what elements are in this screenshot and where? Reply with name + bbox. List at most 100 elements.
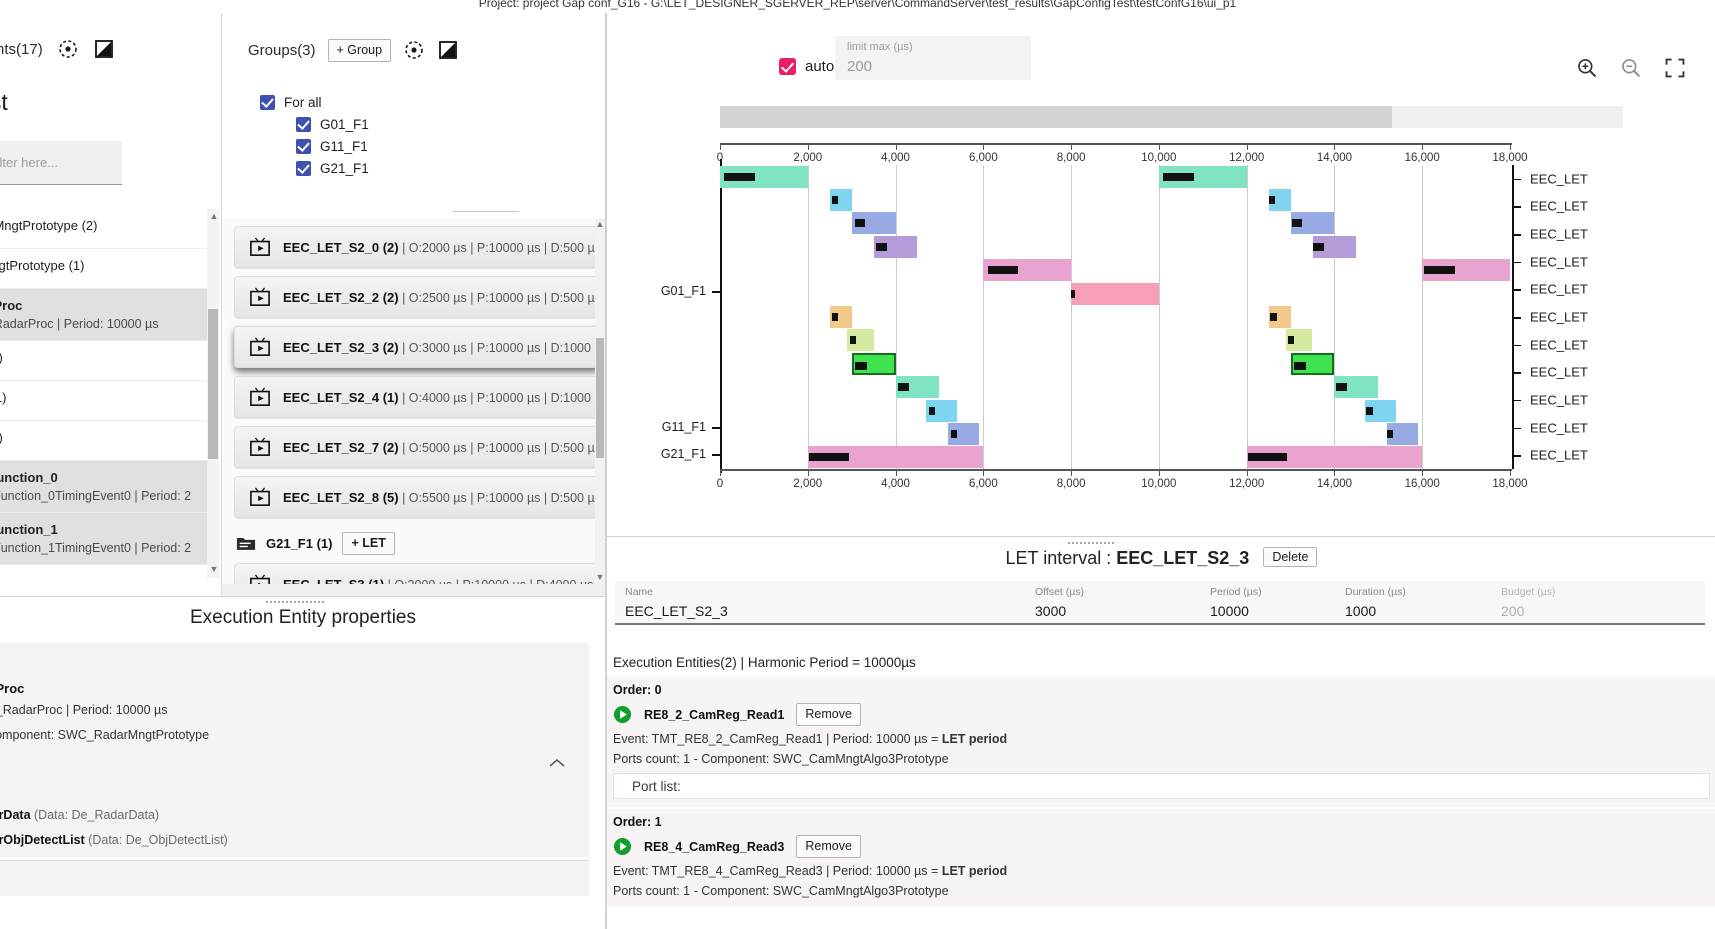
detail-field[interactable]: Budget (µs) 200: [1501, 586, 1556, 619]
chart-bar[interactable]: [1387, 422, 1418, 445]
let-item-meta: | O:3000 µs | P:10000 µs | D:1000 µs: [398, 340, 606, 355]
chart-bar[interactable]: [1290, 352, 1335, 375]
contrast-icon[interactable]: [93, 38, 115, 60]
scroll-down-arrow[interactable]: ▼: [595, 572, 605, 582]
tree-row[interactable]: CamMngtPrototype (2): [0, 209, 208, 249]
contrast-icon[interactable]: [437, 39, 459, 61]
tree-row[interactable]: npl (1): [0, 341, 208, 381]
detail-field[interactable]: Duration (µs) 1000: [1345, 586, 1406, 619]
scroll-thumb[interactable]: [208, 309, 218, 459]
let-list-item[interactable]: EEC_LET_S2_7 (2) | O:5000 µs | P:10000 µ…: [234, 426, 601, 468]
chart-horizontal-scroll-thumb[interactable]: [720, 106, 1392, 128]
filter-input[interactable]: w filter here...: [0, 141, 122, 185]
auto-checkbox[interactable]: [779, 58, 796, 75]
focus-icon[interactable]: [57, 38, 79, 60]
chart-bar[interactable]: [1071, 282, 1159, 305]
x-axis-tick-label: 10,000: [1141, 478, 1177, 490]
add-group-button[interactable]: + Group: [327, 38, 392, 62]
detail-field[interactable]: Period (µs) 10000: [1210, 586, 1262, 619]
chart-bar[interactable]: [851, 212, 896, 235]
detail-field-value[interactable]: 200: [1501, 603, 1556, 619]
let-list-item[interactable]: EEC_LET_S2_3 (2) | O:3000 µs | P:10000 µ…: [234, 326, 605, 368]
checkbox[interactable]: [296, 138, 311, 154]
chart-bar[interactable]: [1312, 235, 1357, 258]
entity-tree-list[interactable]: CamMngtPrototype (2) larMngtPrototype (1)…: [0, 209, 208, 596]
chart-bar[interactable]: [873, 235, 918, 258]
scroll-up-arrow[interactable]: ▲: [595, 219, 605, 229]
panel-resize-grip[interactable]: [265, 600, 325, 605]
left-list-vertical-scrollbar[interactable]: [207, 209, 219, 578]
groups-divider: [453, 211, 519, 212]
checkbox[interactable]: [296, 116, 311, 132]
group-checkbox-row[interactable]: For all: [260, 91, 605, 113]
zoom-out-icon[interactable]: [1620, 57, 1642, 79]
remove-button[interactable]: Remove: [796, 835, 861, 858]
chart-bar[interactable]: [829, 306, 852, 328]
chart-bar[interactable]: [1334, 376, 1379, 399]
chart-bar[interactable]: [1286, 329, 1313, 352]
chart-bars-area[interactable]: G01_F1 G11_F1 G21_F1: [661, 159, 1510, 473]
tree-row[interactable]: larMngtPrototype (1): [0, 249, 208, 289]
groups-checkbox-tree[interactable]: For all G01_F1 G11_F1 G21_F1: [222, 91, 605, 211]
group-checkbox-row[interactable]: G01_F1: [260, 113, 605, 135]
execution-entity-row: RE8_4_CamReg_Read3 Remove: [607, 835, 1715, 858]
let-item-meta: | O:5500 µs | P:10000 µs | D:500 µs: [398, 490, 601, 505]
let-list-horizontal-scrollbar[interactable]: [222, 584, 605, 596]
tree-row[interactable]: mpl (1): [0, 381, 208, 421]
fullscreen-icon[interactable]: [1664, 57, 1686, 79]
chart-bar[interactable]: [1365, 399, 1396, 422]
scroll-up-arrow[interactable]: ▲: [209, 211, 219, 221]
chart-bar[interactable]: [1268, 306, 1291, 328]
checkbox[interactable]: [296, 160, 311, 176]
chart-bar[interactable]: [926, 399, 957, 422]
chart-bar[interactable]: [895, 376, 940, 399]
auto-limit-toggle[interactable]: auto: [779, 58, 834, 75]
chart-bar[interactable]: [829, 189, 852, 212]
detail-field-value[interactable]: 3000: [1035, 603, 1084, 619]
chart-bar[interactable]: [847, 329, 874, 352]
zoom-in-icon[interactable]: [1576, 57, 1598, 79]
tree-row[interactable]: lainFunction_0 MainFunction_0TimingEvent0…: [0, 461, 208, 513]
chart-bar[interactable]: [807, 446, 984, 469]
detail-title: LET interval : EEC_LET_S2_3 Delete: [607, 547, 1715, 569]
detail-field[interactable]: Name EEC_LET_S2_3: [625, 586, 728, 619]
detail-resize-grip[interactable]: [1067, 541, 1115, 546]
focus-icon[interactable]: [403, 39, 425, 61]
let-list-item[interactable]: EEC_LET_S2_4 (1) | O:4000 µs | P:10000 µ…: [234, 376, 605, 418]
scroll-down-arrow[interactable]: ▼: [209, 564, 219, 574]
let-interval-fields-row[interactable]: Name EEC_LET_S2_3 Offset (µs) 3000 Period (µ…: [615, 581, 1705, 625]
let-interval-list[interactable]: EEC_LET_S2_0 (2) | O:2000 µs | P:10000 µ…: [222, 218, 605, 596]
chevron-up-icon[interactable]: [549, 755, 565, 773]
limit-max-input[interactable]: limit max (µs) 200: [835, 36, 1031, 80]
let-list-item[interactable]: EEC_LET_S2_0 (2) | O:2000 µs | P:10000 µ…: [234, 226, 601, 268]
detail-field[interactable]: Offset (µs) 3000: [1035, 586, 1084, 619]
chart-bar[interactable]: [1290, 212, 1335, 235]
chart-bar[interactable]: [851, 352, 896, 375]
chart-bar[interactable]: [1158, 165, 1247, 188]
tree-row[interactable]: lainFunction_1 MainFunction_1TimingEvent0…: [0, 513, 208, 565]
detail-field-value[interactable]: 1000: [1345, 603, 1406, 619]
checkbox[interactable]: [260, 94, 275, 110]
chart-bar[interactable]: [1246, 446, 1423, 469]
delete-button[interactable]: Delete: [1263, 547, 1318, 567]
group-checkbox-row[interactable]: G11_F1: [260, 135, 605, 157]
remove-button[interactable]: Remove: [796, 703, 861, 726]
let-group-header[interactable]: G21_F1 (1) + LET: [236, 532, 600, 555]
let-list-vertical-scrollbar[interactable]: [595, 218, 605, 584]
chart-bar[interactable]: [720, 165, 808, 188]
chart-bar[interactable]: [1422, 259, 1510, 282]
chart-bar[interactable]: [1268, 189, 1291, 212]
scroll-thumb[interactable]: [596, 338, 604, 458]
tree-row[interactable]: npl (2): [0, 421, 208, 461]
chart-plot-area[interactable]: 0 2,000 4,000 6,000 8,000 10,000 12,000 14,000 1…: [607, 91, 1715, 536]
tree-row[interactable]: adarProc 3_1_RadarProc | Period: 10000 µs: [0, 289, 208, 341]
chart-bar[interactable]: [983, 259, 1072, 282]
chart-bar[interactable]: [948, 422, 979, 445]
add-let-button[interactable]: + LET: [342, 532, 395, 555]
port-list[interactable]: Port list:: [613, 773, 1710, 799]
group-checkbox-row[interactable]: G21_F1: [260, 157, 605, 179]
let-list-item[interactable]: EEC_LET_S2_8 (5) | O:5500 µs | P:10000 µ…: [234, 476, 601, 518]
detail-field-value[interactable]: 10000: [1210, 603, 1262, 619]
let-list-item[interactable]: EEC_LET_S2_2 (2) | O:2500 µs | P:10000 µ…: [234, 276, 601, 318]
detail-field-value[interactable]: EEC_LET_S2_3: [625, 603, 728, 619]
